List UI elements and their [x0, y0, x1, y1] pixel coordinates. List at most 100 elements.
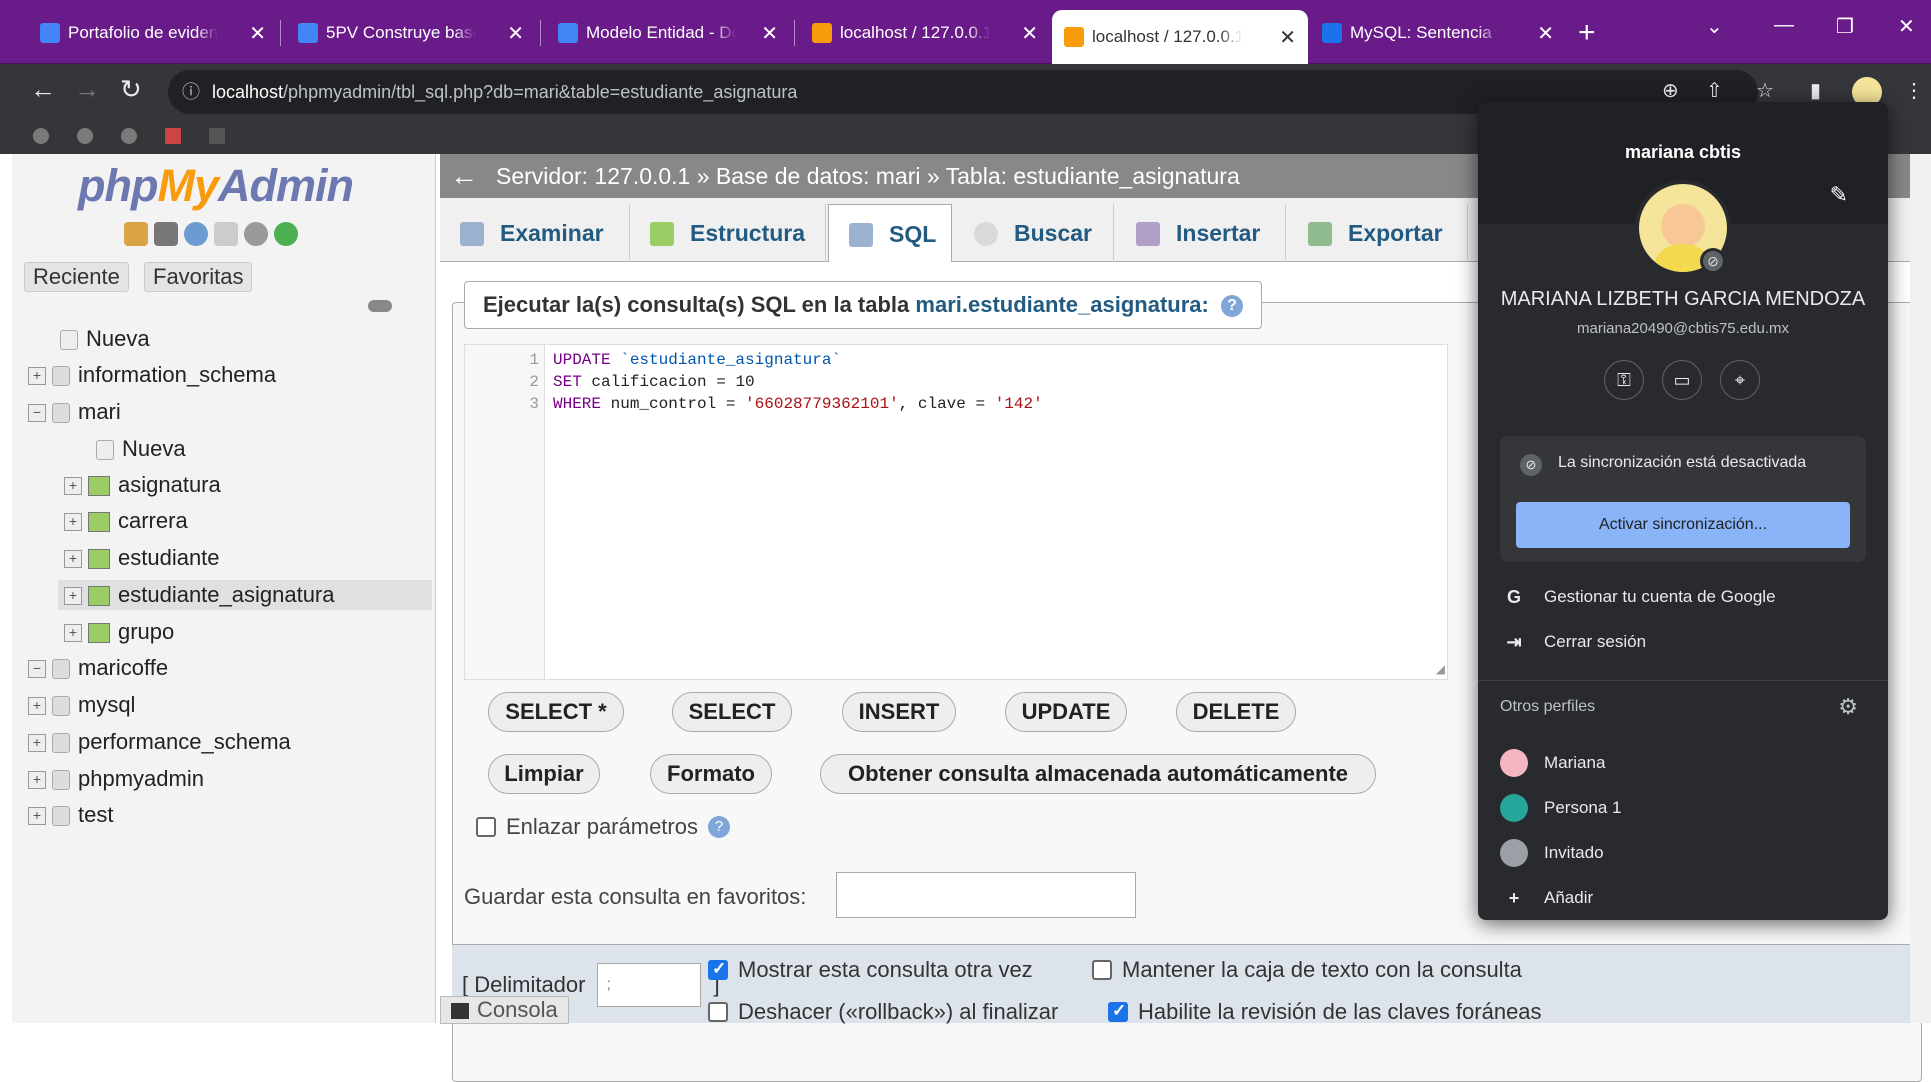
manage-profiles-gear-icon[interactable]: ⚙ — [1838, 694, 1858, 720]
profile-item-guest[interactable]: Invitado — [1500, 838, 1604, 868]
logout-icon[interactable] — [154, 222, 178, 246]
tab-favoritas[interactable]: Favoritas — [144, 262, 253, 292]
sql-editor[interactable]: 1 2 3 UPDATE `estudiante_asignatura` SET… — [464, 344, 1448, 680]
close-tab-icon[interactable]: ✕ — [1537, 21, 1554, 46]
payment-card-icon[interactable]: ▭ — [1662, 360, 1702, 400]
tab-exportar[interactable]: Exportar — [1288, 204, 1468, 262]
console-toggle[interactable]: Consola — [440, 996, 569, 1024]
tree-item-table[interactable]: + carrera — [64, 506, 188, 536]
expand-icon[interactable]: + — [28, 771, 46, 790]
bookmark-icon[interactable] — [162, 125, 184, 147]
expand-icon[interactable]: + — [28, 807, 46, 826]
add-profile[interactable]: + Añadir — [1500, 883, 1593, 913]
docs-icon[interactable] — [214, 222, 238, 246]
new-tab-icon[interactable]: + — [1578, 16, 1596, 50]
tab-search-icon[interactable]: ⌄ — [1706, 14, 1723, 39]
help-icon[interactable] — [184, 222, 208, 246]
tree-item-db[interactable]: − mari — [28, 397, 121, 427]
profile-item-mariana[interactable]: Mariana — [1500, 748, 1605, 778]
breadcrumb-database[interactable]: Base de datos: mari » — [716, 163, 940, 189]
tab-reciente[interactable]: Reciente — [24, 262, 129, 292]
sign-out[interactable]: ⇥ Cerrar sesión — [1500, 627, 1646, 657]
tab-examinar[interactable]: Examinar — [440, 204, 630, 262]
tree-item-db[interactable]: + performance_schema — [28, 727, 291, 757]
rollback-option[interactable]: Deshacer («rollback») al finalizar — [708, 999, 1058, 1025]
expand-icon[interactable]: + — [28, 734, 46, 753]
browser-tab[interactable]: 5PV Construye bases d ✕ — [286, 12, 536, 54]
bookmark-star-icon[interactable]: ☆ — [1756, 78, 1774, 103]
passwords-key-icon[interactable]: ⚿ — [1604, 360, 1644, 400]
browser-tab[interactable]: MySQL: Sentencia Sele ✕ — [1310, 12, 1566, 54]
page-scrollbar[interactable] — [1910, 154, 1931, 1023]
back-icon[interactable]: ← — [30, 74, 56, 105]
forward-icon[interactable]: → — [74, 74, 100, 105]
close-tab-icon[interactable]: ✕ — [507, 21, 524, 46]
share-icon[interactable]: ⇧ — [1706, 78, 1723, 103]
close-tab-icon[interactable]: ✕ — [1279, 25, 1296, 50]
tree-item-table[interactable]: + estudiante — [64, 543, 220, 573]
select-star-button[interactable]: SELECT * — [488, 692, 624, 732]
update-button[interactable]: UPDATE — [1005, 692, 1127, 732]
clear-button[interactable]: Limpiar — [488, 754, 600, 794]
tree-item-db[interactable]: + phpmyadmin — [28, 764, 204, 794]
browser-tab[interactable]: localhost / 127.0.0.1 / ✕ — [800, 12, 1050, 54]
bind-parameters-option[interactable]: Enlazar parámetros ? — [476, 814, 730, 840]
tree-item-table[interactable]: + asignatura — [64, 470, 221, 500]
breadcrumb-server[interactable]: Servidor: 127.0.0.1 » — [496, 163, 710, 189]
close-tab-icon[interactable]: ✕ — [1021, 21, 1038, 46]
format-button[interactable]: Formato — [650, 754, 772, 794]
side-panel-icon[interactable]: ▮ — [1810, 78, 1821, 103]
collapse-icon[interactable]: − — [28, 660, 46, 679]
expand-icon[interactable]: + — [64, 477, 82, 496]
addresses-pin-icon[interactable]: ⌖ — [1720, 360, 1760, 400]
activate-sync-button[interactable]: Activar sincronización... — [1516, 502, 1850, 548]
reload-icon[interactable]: ↻ — [120, 74, 142, 105]
tree-item-table[interactable]: + grupo — [64, 617, 174, 647]
home-icon[interactable] — [124, 222, 148, 246]
manage-google-account[interactable]: G Gestionar tu cuenta de Google — [1500, 582, 1776, 612]
expand-icon[interactable]: + — [64, 513, 82, 532]
expand-icon[interactable]: + — [64, 587, 82, 606]
settings-gear-icon[interactable] — [244, 222, 268, 246]
select-button[interactable]: SELECT — [672, 692, 792, 732]
resize-handle-icon[interactable]: ◢ — [1436, 662, 1445, 677]
close-window-icon[interactable]: ✕ — [1898, 14, 1915, 39]
keep-textbox-checkbox[interactable] — [1092, 960, 1112, 980]
tab-buscar[interactable]: Buscar — [954, 204, 1114, 262]
foreign-key-check-option[interactable]: Habilite la revisión de las claves forán… — [1108, 999, 1542, 1025]
reload-icon[interactable] — [274, 222, 298, 246]
close-tab-icon[interactable]: ✕ — [249, 21, 266, 46]
site-info-icon[interactable]: ⓘ — [182, 70, 200, 114]
expand-icon[interactable]: + — [28, 697, 46, 716]
bookmark-icon[interactable] — [118, 125, 140, 147]
tab-sql[interactable]: SQL — [828, 204, 952, 262]
browser-tab[interactable]: Portafolio de evidencia ✕ — [28, 12, 278, 54]
bookmark-icon[interactable] — [30, 125, 52, 147]
bookmark-icon[interactable] — [206, 125, 228, 147]
collapse-sidebar-icon[interactable]: ← — [450, 154, 478, 198]
expand-icon[interactable]: + — [64, 624, 82, 643]
collapse-icon[interactable]: − — [28, 404, 46, 423]
tree-item-db[interactable]: + information_schema — [28, 360, 276, 390]
phpmyadmin-logo[interactable]: phpMyAdmin — [78, 160, 354, 212]
get-autosaved-query-button[interactable]: Obtener consulta almacenada automáticame… — [820, 754, 1376, 794]
foreign-key-check-checkbox[interactable] — [1108, 1001, 1128, 1022]
bind-parameters-checkbox[interactable] — [476, 817, 496, 837]
tree-item-db[interactable]: − maricoffe — [28, 653, 168, 683]
tree-item-new[interactable]: Nueva — [60, 324, 150, 354]
expand-icon[interactable]: + — [28, 367, 46, 386]
restore-icon[interactable]: ❐ — [1836, 14, 1854, 39]
link-icon[interactable] — [368, 300, 392, 312]
help-icon[interactable]: ? — [1220, 295, 1243, 318]
tree-item-db[interactable]: + mysql — [28, 690, 135, 720]
rollback-checkbox[interactable] — [708, 1002, 728, 1022]
bookmark-icon[interactable] — [74, 125, 96, 147]
tree-item-new-table[interactable]: Nueva — [96, 434, 186, 464]
delete-button[interactable]: DELETE — [1176, 692, 1296, 732]
tree-item-table-selected[interactable]: + estudiante_asignatura — [58, 580, 432, 610]
show-query-again-checkbox[interactable] — [708, 959, 728, 980]
delimiter-input[interactable] — [597, 962, 702, 1007]
menu-kebab-icon[interactable]: ⋮ — [1904, 78, 1924, 103]
tab-insertar[interactable]: Insertar — [1116, 204, 1286, 262]
profile-item-persona-1[interactable]: Persona 1 — [1500, 793, 1622, 823]
